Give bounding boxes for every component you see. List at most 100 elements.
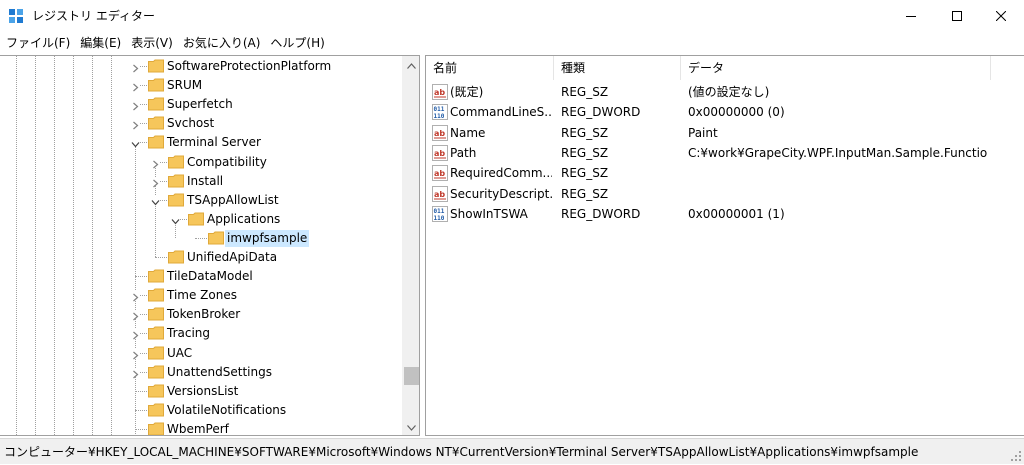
menu-help[interactable]: ヘルプ(H) (265, 33, 329, 53)
tree-item[interactable]: TileDataModel (0, 267, 400, 286)
value-row[interactable]: 011 110 CommandLineS... REG_DWORD 0x00000000… (426, 102, 1024, 122)
status-bar: コンピューター¥HKEY_LOCAL_MACHINE¥SOFTWARE¥Micr… (0, 438, 1024, 464)
scroll-up-button[interactable] (403, 56, 419, 73)
registry-editor-window: レジストリ エディター ファイル(F) 編集(E) 表示(V) お気に入り(A)… (0, 0, 1024, 464)
value-row[interactable]: ab Name REG_SZ Paint (426, 123, 1024, 143)
chevron-down-icon[interactable] (131, 138, 140, 148)
svg-text:ab: ab (434, 88, 445, 97)
tree-item[interactable]: Compatibility (0, 153, 400, 172)
tree-item-label: Svchost (167, 116, 215, 131)
registry-editor-icon (8, 8, 24, 24)
chevron-right-icon[interactable] (151, 176, 160, 188)
value-type: REG_DWORD (561, 105, 641, 120)
menu-file[interactable]: ファイル(F) (0, 33, 75, 53)
tree-item[interactable]: UnattendSettings (0, 363, 400, 382)
minimize-icon (906, 11, 916, 21)
tree-item[interactable]: Svchost (0, 114, 400, 133)
scroll-down-button[interactable] (403, 418, 419, 435)
value-row[interactable]: ab SecurityDescript... REG_SZ (426, 184, 1024, 204)
value-type: REG_SZ (561, 85, 609, 99)
folder-icon (168, 250, 184, 264)
tree-item-label: Time Zones (167, 288, 237, 303)
chevron-right-icon[interactable] (131, 310, 140, 321)
tree-item[interactable]: UAC (0, 344, 400, 363)
scroll-thumb[interactable] (404, 367, 419, 385)
tree-item-label: TileDataModel (167, 269, 253, 284)
chevron-right-icon[interactable] (131, 119, 140, 130)
tree-vertical-scrollbar[interactable] (402, 56, 419, 435)
tree-item[interactable]: SRUM (0, 76, 400, 95)
menu-view[interactable]: 表示(V) (126, 33, 178, 53)
tree-item[interactable]: TSAppAllowList (0, 191, 400, 210)
value-data: 0x00000001 (1) (688, 206, 785, 221)
menu-edit[interactable]: 編集(E) (75, 33, 126, 53)
value-data: Paint (688, 125, 718, 140)
value-name: ShowInTSWA (450, 206, 528, 221)
value-type: REG_SZ (561, 145, 609, 160)
tree-item-label: UnattendSettings (167, 364, 272, 379)
tree-item[interactable]: Install (0, 172, 400, 191)
folder-icon (148, 135, 164, 149)
window-title: レジストリ エディター (32, 9, 155, 23)
column-header-data[interactable]: データ (681, 56, 991, 80)
folder-icon (168, 155, 184, 169)
tree-item-label: UAC (167, 345, 193, 360)
tree-item-label: Install (187, 173, 224, 188)
tree-item-label: TSAppAllowList (187, 192, 279, 207)
chevron-right-icon[interactable] (131, 81, 140, 92)
string-value-icon: ab (432, 144, 448, 161)
maximize-button[interactable] (934, 0, 980, 32)
chevron-down-icon[interactable] (151, 195, 160, 206)
folder-icon (148, 59, 164, 73)
value-data: (値の設定なし) (688, 85, 770, 99)
chevron-down-icon[interactable] (171, 214, 180, 225)
tree-item[interactable]: imwpfsample (0, 229, 400, 248)
folder-icon (148, 307, 164, 321)
column-header-type[interactable]: 種類 (554, 56, 681, 80)
value-row[interactable]: 011 110 ShowInTSWA REG_DWORD 0x00000001 (1) (426, 204, 1024, 224)
tree-item[interactable]: TokenBroker (0, 305, 400, 324)
folder-icon (168, 174, 184, 188)
tree-item[interactable]: Terminal Server (0, 133, 400, 152)
svg-text:110: 110 (434, 113, 445, 120)
tree-item[interactable]: VersionsList (0, 382, 400, 401)
tree-item[interactable]: SoftwareProtectionPlatform (0, 57, 400, 76)
value-row[interactable]: ab Path REG_SZ C:¥work¥GrapeCity.WPF.InputM… (426, 143, 1024, 163)
chevron-right-icon[interactable] (131, 367, 140, 379)
chevron-right-icon[interactable] (131, 62, 140, 73)
folder-icon (148, 78, 164, 92)
tree-item[interactable]: UnifiedApiData (0, 248, 400, 267)
tree-item[interactable]: Applications (0, 210, 400, 229)
close-button[interactable] (978, 0, 1024, 32)
status-path: コンピューター¥HKEY_LOCAL_MACHINE¥SOFTWARE¥Micr… (4, 445, 919, 459)
minimize-button[interactable] (888, 0, 934, 32)
value-type: REG_DWORD (561, 206, 641, 221)
tree-item[interactable]: Superfetch (0, 95, 400, 114)
maximize-icon (952, 11, 962, 21)
tree-item-label: Applications (207, 211, 281, 226)
menu-favorites[interactable]: お気に入り(A) (178, 33, 266, 53)
chevron-right-icon[interactable] (131, 348, 140, 359)
tree-item[interactable]: VolatileNotifications (0, 401, 400, 420)
string-value-icon: ab (432, 185, 448, 202)
chevron-right-icon[interactable] (131, 100, 140, 111)
tree-item-label: imwpfsample (225, 229, 310, 247)
value-row[interactable]: ab (既定) REG_SZ (値の設定なし) (426, 82, 1024, 102)
key-tree-pane[interactable]: SoftwareProtectionPlatform SRUM Superfetch… (0, 55, 420, 436)
svg-text:011: 011 (434, 106, 445, 113)
folder-icon (168, 193, 184, 207)
value-type: REG_SZ (561, 166, 609, 181)
chevron-right-icon[interactable] (151, 157, 160, 168)
tree-item[interactable]: Time Zones (0, 286, 400, 305)
tree-item[interactable]: Tracing (0, 324, 400, 343)
tree-item-label: VolatileNotifications (167, 402, 287, 417)
tree-item[interactable]: WbemPerf (0, 420, 400, 435)
values-list-pane[interactable]: 名前 種類 データ ab (既定) REG_SZ (値の設定なし) 011 110 Comm… (425, 55, 1024, 436)
value-row[interactable]: ab RequiredComm... REG_SZ (426, 163, 1024, 183)
chevron-right-icon[interactable] (131, 329, 140, 340)
resize-grip-icon[interactable] (1010, 450, 1022, 462)
title-bar[interactable]: レジストリ エディター (0, 0, 1024, 32)
tree-item-label: SRUM (167, 78, 203, 93)
column-header-name[interactable]: 名前 (426, 56, 554, 80)
chevron-right-icon[interactable] (131, 291, 140, 302)
